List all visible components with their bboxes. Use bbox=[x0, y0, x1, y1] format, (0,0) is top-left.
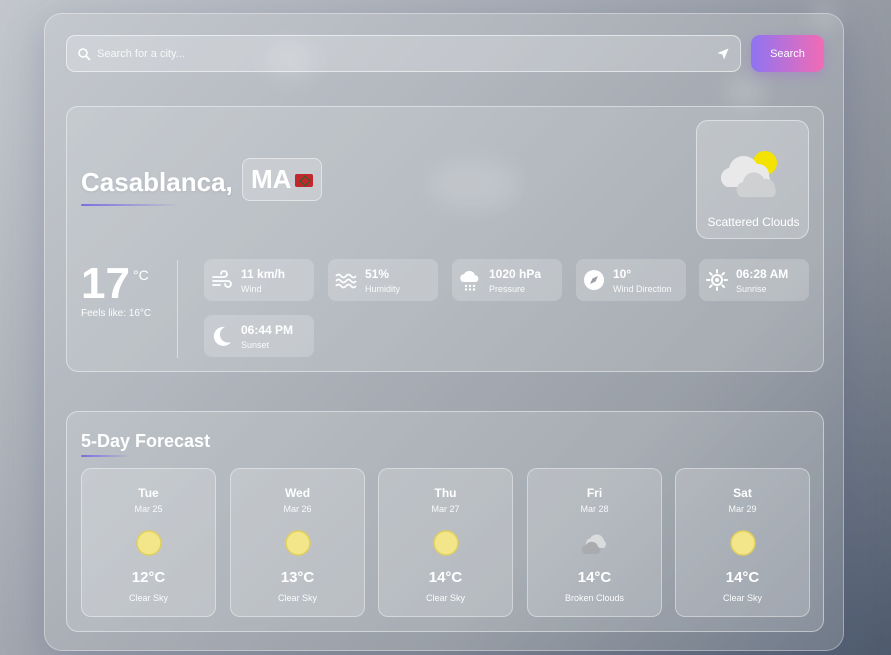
day-temperature: 14°C bbox=[428, 569, 463, 586]
day-date: Mar 28 bbox=[580, 504, 609, 514]
pressure-icon bbox=[460, 271, 479, 291]
stat-label: Sunset bbox=[241, 340, 270, 350]
day-name: Tue bbox=[138, 486, 159, 500]
day-temperature: 14°C bbox=[725, 569, 760, 586]
stat-label: Sunrise bbox=[736, 284, 767, 294]
forecast-day: Fri Mar 28 14°C Broken Clouds bbox=[527, 468, 662, 617]
day-description: Clear Sky bbox=[722, 593, 762, 603]
day-temperature: 12°C bbox=[131, 569, 166, 586]
humidity-icon bbox=[335, 273, 357, 289]
day-temperature: 14°C bbox=[577, 569, 612, 586]
stat-sunrise: 06:28 AM Sunrise bbox=[699, 259, 809, 301]
current-weather-card: Casablanca, MA Scattered Clouds 17 °C Fe… bbox=[66, 106, 824, 372]
stat-label: Wind bbox=[241, 284, 262, 294]
country-badge: MA bbox=[242, 158, 323, 201]
search-button[interactable]: Search bbox=[751, 35, 824, 72]
flag-icon bbox=[295, 174, 314, 187]
stat-sunset: 06:44 PM Sunset bbox=[204, 315, 314, 357]
compass-icon bbox=[584, 270, 604, 290]
stat-value: 06:28 AM bbox=[736, 267, 789, 281]
forecast-day: Tue Mar 25 12°C Clear Sky bbox=[81, 468, 216, 617]
moon-icon bbox=[213, 326, 231, 346]
location-arrow-icon[interactable] bbox=[716, 47, 730, 61]
forecast-day: Wed Mar 26 13°C Clear Sky bbox=[230, 468, 365, 617]
scattered-clouds-icon bbox=[720, 151, 777, 197]
wind-icon bbox=[212, 270, 232, 288]
sun-icon bbox=[730, 530, 756, 556]
forecast-day: Sat Mar 29 14°C Clear Sky bbox=[675, 468, 810, 617]
condition-panel: Scattered Clouds bbox=[696, 120, 809, 239]
stat-label: Humidity bbox=[365, 284, 401, 294]
sun-icon bbox=[136, 530, 162, 556]
search-input[interactable] bbox=[97, 42, 697, 66]
weather-app: Search Casablanca, MA Scattered Clouds 1… bbox=[44, 13, 844, 651]
city-name: Casablanca, bbox=[81, 167, 233, 197]
stat-pressure: 1020 hPa Pressure bbox=[452, 259, 562, 301]
title-underline bbox=[81, 204, 181, 206]
day-date: Mar 27 bbox=[431, 504, 460, 514]
sun-icon bbox=[433, 530, 459, 556]
stat-wind-direction: 10° Wind Direction bbox=[576, 259, 686, 301]
title-underline bbox=[81, 455, 131, 457]
stat-value: 1020 hPa bbox=[489, 267, 542, 281]
search-icon bbox=[78, 48, 91, 61]
search-bar: Search bbox=[66, 35, 824, 73]
country-code: MA bbox=[251, 164, 292, 194]
stat-value: 06:44 PM bbox=[241, 323, 294, 337]
divider bbox=[177, 260, 178, 358]
day-date: Mar 26 bbox=[283, 504, 312, 514]
temperature-unit: °C bbox=[133, 267, 149, 283]
stat-wind: 11 km/h Wind bbox=[204, 259, 314, 301]
sun-icon bbox=[285, 530, 311, 556]
day-name: Sat bbox=[733, 486, 752, 500]
stat-label: Pressure bbox=[489, 284, 526, 294]
condition-label: Scattered Clouds bbox=[707, 215, 800, 229]
forecast-title: 5-Day Forecast bbox=[81, 431, 211, 451]
day-temperature: 13°C bbox=[280, 569, 315, 586]
day-description: Clear Sky bbox=[128, 593, 168, 603]
day-date: Mar 29 bbox=[728, 504, 757, 514]
sunrise-icon bbox=[706, 269, 728, 291]
day-name: Wed bbox=[284, 486, 311, 500]
day-description: Broken Clouds bbox=[564, 593, 625, 603]
stat-label: Wind Direction bbox=[613, 284, 672, 294]
forecast-day: Thu Mar 27 14°C Clear Sky bbox=[378, 468, 513, 617]
temperature-value: 17 bbox=[81, 259, 130, 308]
day-description: Clear Sky bbox=[277, 593, 317, 603]
day-name: Fri bbox=[586, 486, 603, 500]
stat-humidity: 51% Humidity bbox=[328, 259, 438, 301]
feels-like: Feels like: 16°C bbox=[81, 308, 152, 319]
day-name: Thu bbox=[434, 486, 457, 500]
search-field[interactable] bbox=[66, 35, 741, 72]
stat-value: 10° bbox=[613, 267, 632, 281]
stat-value: 51% bbox=[365, 267, 390, 281]
stat-value: 11 km/h bbox=[241, 267, 286, 281]
day-description: Clear Sky bbox=[425, 593, 465, 603]
forecast-card: 5-Day Forecast Tue Mar 25 12°C Clear Sky… bbox=[66, 411, 824, 632]
day-date: Mar 25 bbox=[134, 504, 163, 514]
cloud-icon bbox=[581, 534, 607, 554]
